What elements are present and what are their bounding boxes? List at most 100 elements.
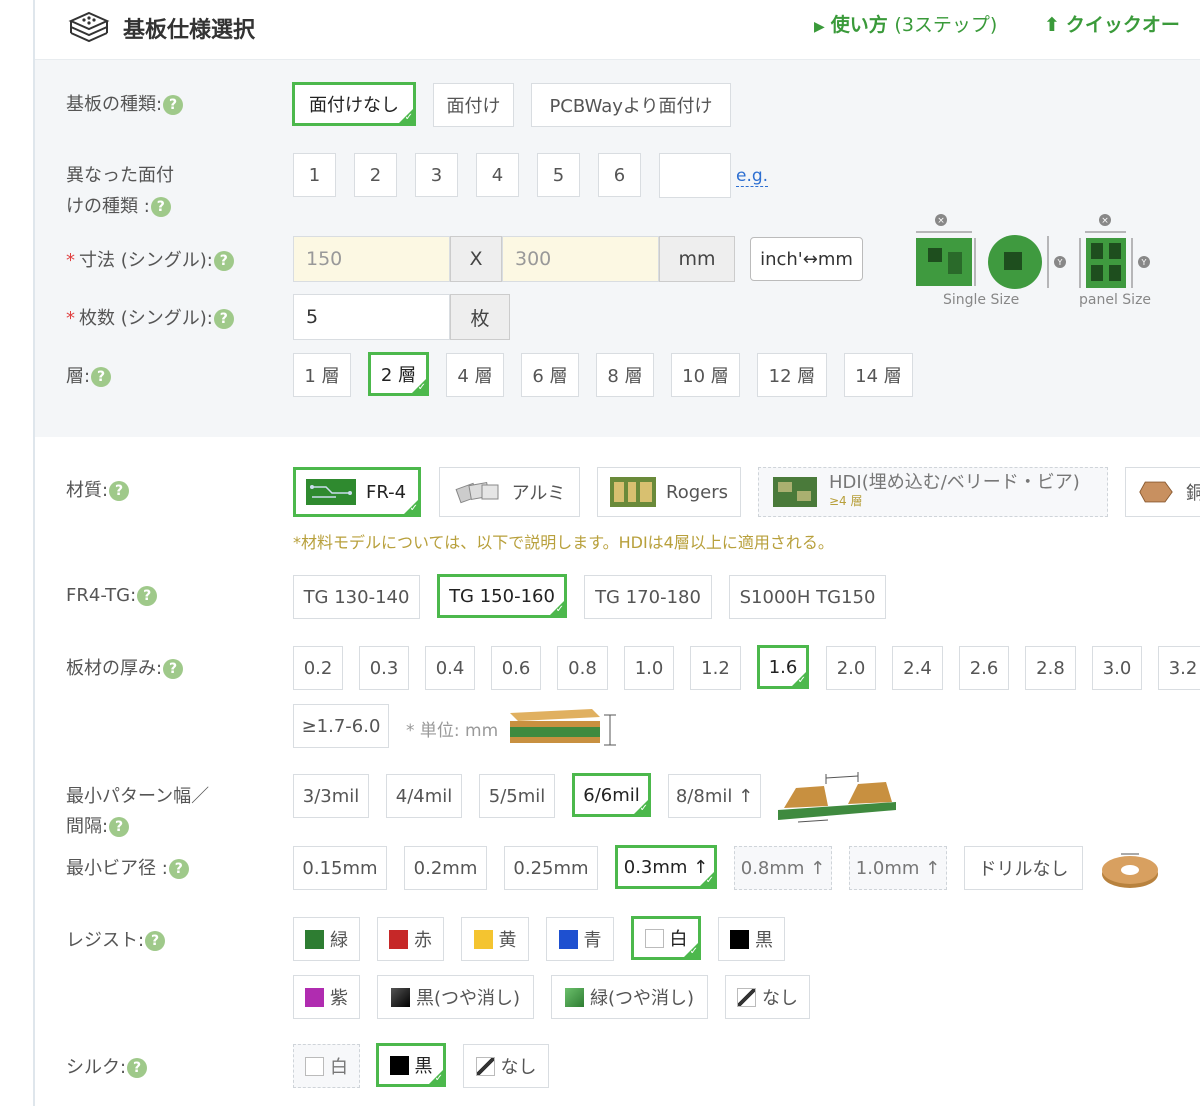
resist-purple-label: 紫: [330, 988, 348, 1009]
resist-black[interactable]: 黒: [718, 917, 785, 961]
thickness-2-0[interactable]: 2.0: [826, 646, 876, 690]
via-1-0mm[interactable]: 1.0mm ↑: [849, 846, 947, 890]
help-icon[interactable]: ?: [168, 859, 189, 879]
thickness-unit-note: * 単位: mm: [406, 721, 499, 741]
tg-s1000h[interactable]: S1000H TG150: [729, 575, 886, 619]
trace-label-2: 間隔:?: [66, 812, 130, 842]
help-icon[interactable]: ?: [163, 95, 184, 115]
board-type-pcbway-panel[interactable]: PCBWayより面付け: [531, 83, 731, 127]
tg-170-180[interactable]: TG 170-180: [584, 575, 712, 619]
thickness-1-2[interactable]: 1.2: [690, 646, 741, 690]
help-icon[interactable]: ?: [213, 309, 234, 329]
size-label: * 寸法 (シングル):?: [66, 246, 234, 276]
resist-red[interactable]: 赤: [377, 917, 444, 961]
trace-5-5mil[interactable]: 5/5mil: [479, 774, 555, 818]
help-icon[interactable]: ?: [150, 197, 171, 217]
quick-order-link[interactable]: ⬆ クイックオー: [1044, 10, 1180, 37]
thickness-2-6[interactable]: 2.6: [959, 646, 1009, 690]
size-height-input[interactable]: 300: [502, 236, 659, 282]
via-no-drill[interactable]: ドリルなし: [964, 846, 1083, 890]
thickness-0-2[interactable]: 0.2: [293, 646, 343, 690]
trace-8-8mil[interactable]: 8/8mil ↑: [668, 774, 761, 818]
tg-150-160[interactable]: TG 150-160: [437, 574, 567, 618]
quantity-input[interactable]: 5: [293, 294, 450, 340]
via-0-3mm[interactable]: 0.3mm ↑: [615, 845, 717, 889]
resist-yellow-label: 黄: [498, 930, 517, 951]
layer-6[interactable]: 6 層: [521, 353, 579, 397]
panel-kind-custom-input[interactable]: [659, 153, 731, 198]
panel-kind-2[interactable]: 2: [354, 153, 397, 197]
layer-2[interactable]: 2 層: [368, 352, 429, 396]
panel-kind-3[interactable]: 3: [415, 153, 458, 197]
layers-stack-icon: [68, 11, 110, 43]
silk-white[interactable]: 白: [293, 1044, 360, 1088]
resist-none-label: なし: [762, 988, 798, 1009]
resist-none[interactable]: なし: [725, 975, 810, 1019]
material-rogers[interactable]: Rogers: [597, 467, 741, 517]
thickness-0-4[interactable]: 0.4: [425, 646, 475, 690]
help-icon[interactable]: ?: [109, 817, 130, 837]
material-aluminum[interactable]: アルミ: [439, 467, 580, 517]
thickness-3-2[interactable]: 3.2: [1158, 646, 1200, 690]
unit-convert-button[interactable]: inch'↔mm: [750, 237, 863, 281]
black-swatch: [730, 929, 749, 949]
thickness-2-4[interactable]: 2.4: [892, 646, 943, 690]
panel-kind-1[interactable]: 1: [293, 153, 336, 197]
help-icon[interactable]: ?: [127, 1058, 148, 1078]
layer-12[interactable]: 12 層: [757, 353, 827, 397]
resist-white[interactable]: 白: [631, 916, 701, 960]
via-0-15mm[interactable]: 0.15mm: [293, 846, 387, 890]
layer-10[interactable]: 10 層: [671, 353, 740, 397]
panel-kind-4[interactable]: 4: [476, 153, 519, 197]
resist-matte-black[interactable]: 黒(つや消し): [377, 975, 534, 1019]
thickness-0-3[interactable]: 0.3: [359, 646, 409, 690]
panel-kind-5[interactable]: 5: [537, 153, 580, 197]
help-icon[interactable]: ?: [145, 931, 166, 951]
resist-blue[interactable]: 青: [546, 917, 614, 961]
trace-6-6mil[interactable]: 6/6mil: [572, 773, 651, 817]
silk-black[interactable]: 黒: [376, 1043, 446, 1087]
via-0-25mm[interactable]: 0.25mm: [504, 846, 598, 890]
help-icon[interactable]: ?: [137, 586, 158, 606]
help-icon[interactable]: ?: [213, 251, 234, 271]
trace-4-4mil[interactable]: 4/4mil: [386, 774, 462, 818]
thickness-1-6[interactable]: 1.6: [757, 645, 809, 689]
trace-label-1: 最小パターン幅／: [66, 786, 210, 807]
help-icon[interactable]: ?: [163, 659, 184, 679]
panel-kind-6[interactable]: 6: [598, 153, 641, 197]
how-to-link[interactable]: ▶ 使い方 (3ステップ): [814, 10, 997, 37]
resist-matte-green[interactable]: 緑(つや消し): [551, 975, 708, 1019]
fr4-tg-label: FR4-TG:?: [66, 581, 158, 611]
thickness-2-8[interactable]: 2.8: [1025, 646, 1076, 690]
resist-green[interactable]: 緑: [293, 917, 360, 961]
rogers-board-icon: [610, 477, 656, 507]
thickness-custom[interactable]: ≥1.7-6.0: [293, 704, 389, 748]
thickness-1-0[interactable]: 1.0: [624, 646, 674, 690]
layer-1[interactable]: 1 層: [293, 353, 351, 397]
board-type-panel[interactable]: 面付け: [433, 83, 514, 127]
thickness-0-6[interactable]: 0.6: [491, 646, 541, 690]
board-type-single[interactable]: 面付けなし: [292, 82, 416, 126]
resist-label: レジスト:?: [66, 926, 166, 956]
resist-purple[interactable]: 紫: [293, 975, 360, 1019]
panel-kind-example-link[interactable]: e.g.: [736, 166, 769, 187]
material-fr4[interactable]: FR-4: [293, 467, 421, 517]
help-icon[interactable]: ?: [91, 367, 112, 387]
size-width-input[interactable]: 150: [293, 236, 450, 282]
svg-text:×: ×: [1101, 216, 1109, 226]
via-0-2mm[interactable]: 0.2mm: [404, 846, 487, 890]
tg-130-140[interactable]: TG 130-140: [293, 575, 420, 619]
thickness-3-0[interactable]: 3.0: [1092, 646, 1142, 690]
via-0-8mm[interactable]: 0.8mm ↑: [734, 846, 832, 890]
resist-yellow[interactable]: 黄: [461, 917, 529, 961]
material-hdi[interactable]: HDI(埋め込む/ベリード・ビア) ≥4 層: [758, 467, 1108, 517]
trace-3-3mil[interactable]: 3/3mil: [293, 774, 369, 818]
help-icon[interactable]: ?: [109, 481, 130, 501]
panel-kinds-label-1: 異なった面付: [66, 165, 174, 186]
thickness-0-8[interactable]: 0.8: [557, 646, 608, 690]
silk-none[interactable]: なし: [463, 1044, 549, 1088]
layer-14[interactable]: 14 層: [844, 353, 913, 397]
material-copper[interactable]: 銅: [1125, 467, 1200, 517]
layer-8[interactable]: 8 層: [596, 353, 654, 397]
layer-4[interactable]: 4 層: [446, 353, 504, 397]
